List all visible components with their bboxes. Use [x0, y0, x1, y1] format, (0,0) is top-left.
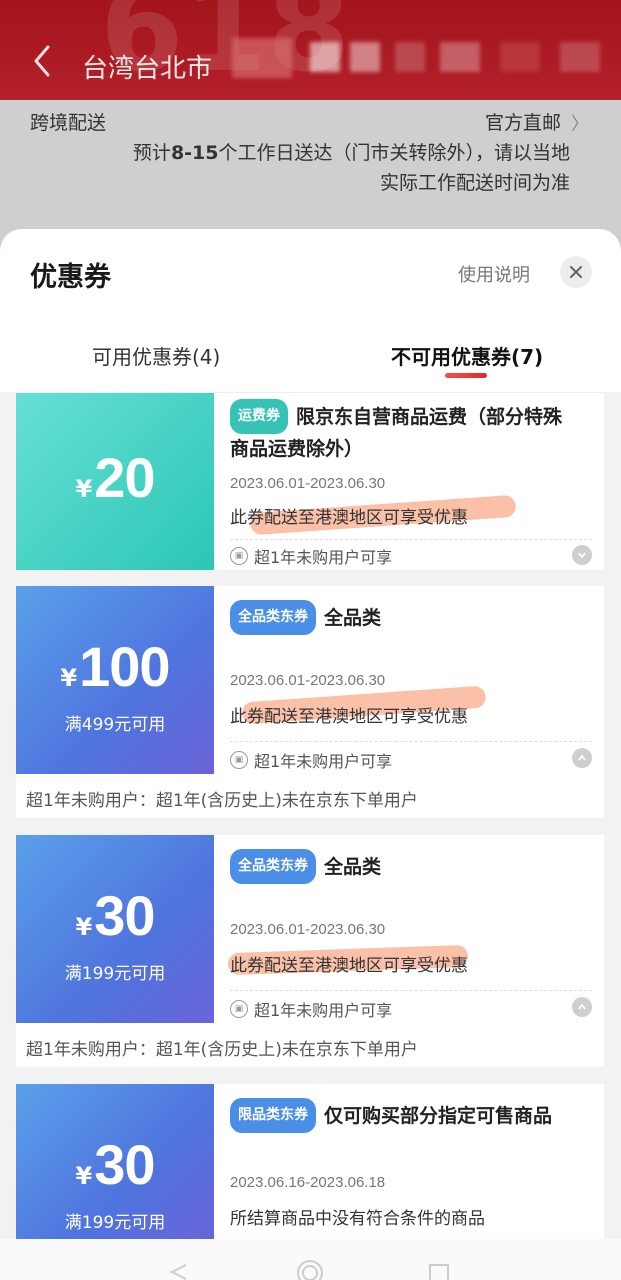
coupon-title: 限品类东券 仅可购买部分指定可售商品: [230, 1098, 580, 1133]
tab-available[interactable]: 可用优惠券(4): [92, 341, 220, 370]
coupon-note: 此券配送至港澳地区可享受优惠: [230, 956, 468, 976]
coupon-condition: ▣ 超1年未购用户可享: [230, 997, 392, 1021]
coupon-details: 限品类东券 仅可购买部分指定可售商品 2023.06.16-2023.06.18 …: [214, 1084, 604, 1239]
coupon-amount: ¥30: [75, 884, 156, 947]
tab-indicator: [445, 373, 487, 378]
ticket-icon: ▣: [230, 1000, 248, 1018]
ticket-icon: ▣: [230, 547, 248, 565]
collapse-toggle[interactable]: [572, 997, 592, 1017]
condition-detail: 超1年未购用户：超1年(含历史上)未在京东下单用户: [26, 791, 418, 811]
coupon-value-panel: ¥30 满199元可用: [16, 1084, 214, 1239]
expand-toggle[interactable]: [572, 545, 592, 565]
nav-back-icon[interactable]: [168, 1263, 190, 1280]
divider: [230, 741, 592, 742]
coupon-date: 2023.06.01-2023.06.30: [230, 921, 386, 938]
tab-unavailable[interactable]: 不可用优惠券(7): [391, 341, 543, 370]
page-header: 618 台湾台北市: [0, 0, 621, 100]
coupon-title: 运费券 限京东自营商品运费（部分特殊商品运费除外）: [230, 399, 580, 465]
redacted-block: [500, 42, 540, 72]
shipping-official[interactable]: 官方直邮: [485, 108, 561, 135]
coupon-title: 全品类东券 全品类: [230, 600, 580, 635]
redacted-block: [310, 42, 340, 72]
redacted-block: [395, 42, 425, 72]
coupon-card[interactable]: ¥30 满199元可用 限品类东券 仅可购买部分指定可售商品 2023.06.16…: [16, 1084, 604, 1239]
location-text[interactable]: 台湾台北市: [82, 48, 212, 85]
redacted-block: [560, 42, 600, 72]
chevron-up-icon: [578, 754, 586, 761]
coupon-card[interactable]: ¥30 满199元可用 全品类东券 全品类 2023.06.01-2023.06.…: [16, 835, 604, 1067]
coupon-value-panel: ¥100 满499元可用: [16, 586, 214, 774]
shipping-label: 跨境配送: [30, 112, 107, 134]
usage-help-link[interactable]: 使用说明: [458, 261, 530, 287]
chevron-up-icon: [578, 1003, 586, 1010]
coupon-note: 所结算商品中没有符合条件的商品: [230, 1209, 485, 1229]
close-button[interactable]: [560, 256, 592, 288]
coupon-value-panel: ¥20: [16, 393, 214, 570]
coupon-details: 全品类东券 全品类 2023.06.01-2023.06.30 此券配送至港澳地区…: [214, 586, 604, 774]
condition-detail: 超1年未购用户：超1年(含历史上)未在京东下单用户: [26, 1040, 418, 1060]
redacted-block: [440, 42, 480, 72]
coupon-sheet: 优惠券 使用说明 可用优惠券(4) 不可用优惠券(7) ¥20 运费券 限京东自营…: [0, 229, 621, 1239]
coupon-amount: ¥100: [60, 635, 170, 698]
coupon-amount: ¥30: [75, 1133, 156, 1196]
coupon-threshold: 满199元可用: [64, 964, 166, 984]
shipping-description: 预计8-15个工作日送达（门市关转除外），请以当地实际工作配送时间为准: [132, 142, 570, 194]
chevron-down-icon: [578, 552, 586, 559]
coupon-card[interactable]: ¥20 运费券 限京东自营商品运费（部分特殊商品运费除外） 2023.06.01-…: [16, 393, 604, 570]
divider: [230, 990, 592, 991]
coupon-date: 2023.06.01-2023.06.30: [230, 672, 386, 689]
system-nav-bar: [0, 1239, 621, 1280]
nav-recents-icon[interactable]: [428, 1263, 450, 1280]
coupon-card[interactable]: ¥100 满499元可用 全品类东券 全品类 2023.06.01-2023.06…: [16, 586, 604, 818]
coupon-details: 全品类东券 全品类 2023.06.01-2023.06.30 此券配送至港澳地区…: [214, 835, 604, 1023]
coupon-amount: ¥20: [75, 446, 156, 509]
coupon-badge: 运费券: [230, 399, 288, 434]
coupon-value-panel: ¥30 满199元可用: [16, 835, 214, 1023]
coupon-badge: 限品类东券: [230, 1098, 316, 1133]
coupon-date: 2023.06.01-2023.06.30: [230, 475, 386, 492]
coupon-note: 此券配送至港澳地区可享受优惠: [230, 508, 468, 528]
sheet-title: 优惠券: [30, 262, 111, 293]
close-icon: [570, 266, 582, 278]
chevron-right-icon[interactable]: 〉: [571, 110, 589, 136]
coupon-tabs: 可用优惠券(4) 不可用优惠券(7): [0, 329, 621, 393]
back-arrow-icon[interactable]: [32, 44, 52, 78]
coupon-date: 2023.06.16-2023.06.18: [230, 1174, 386, 1191]
nav-home-icon[interactable]: [296, 1259, 324, 1280]
collapse-toggle[interactable]: [572, 748, 592, 768]
coupon-condition: ▣ 超1年未购用户可享: [230, 544, 392, 568]
coupon-list[interactable]: ¥20 运费券 限京东自营商品运费（部分特殊商品运费除外） 2023.06.01-…: [0, 393, 621, 1239]
coupon-note: 此券配送至港澳地区可享受优惠: [230, 707, 468, 727]
coupon-badge: 全品类东券: [230, 600, 316, 635]
divider: [230, 539, 592, 540]
coupon-badge: 全品类东券: [230, 849, 316, 884]
ticket-icon: ▣: [230, 751, 248, 769]
coupon-condition: ▣ 超1年未购用户可享: [230, 748, 392, 772]
coupon-threshold: 满499元可用: [64, 715, 166, 735]
redacted-block: [350, 42, 380, 72]
coupon-threshold: 满199元可用: [64, 1213, 166, 1233]
coupon-title: 全品类东券 全品类: [230, 849, 580, 884]
redacted-block: [232, 38, 292, 78]
coupon-details: 运费券 限京东自营商品运费（部分特殊商品运费除外） 2023.06.01-2023…: [214, 393, 604, 570]
